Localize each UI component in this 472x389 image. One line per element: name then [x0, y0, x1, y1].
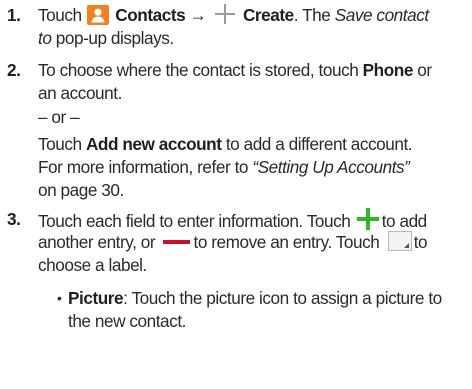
text: To choose where the contact is stored, t…	[38, 60, 359, 80]
corner-triangle	[403, 243, 409, 248]
step-2-line-4: Touch Add new account to add a different…	[38, 133, 413, 156]
text: – or –	[38, 107, 80, 127]
text: on page 30.	[38, 180, 124, 200]
text: : Touch the picture icon to assign a pic…	[123, 288, 442, 308]
popup-title: to	[38, 28, 52, 48]
instruction-page: 1. Touch Contacts → Create. The Save con…	[0, 0, 472, 389]
text: to add a different account.	[225, 134, 413, 154]
picture-label: Picture	[68, 288, 124, 308]
text: choose a label.	[38, 255, 147, 275]
step-number: 1.	[7, 5, 21, 25]
step-2-line-1: To choose where the contact is stored, t…	[38, 59, 432, 82]
plus-gray-icon	[213, 4, 237, 30]
step-3-line-3: choose a label.	[38, 254, 147, 277]
text: For more information, refer to	[38, 157, 249, 177]
add-account-label: Add new account	[85, 134, 222, 154]
text: to add	[381, 211, 428, 231]
text: pop-up displays.	[55, 28, 174, 48]
contacts-icon	[86, 5, 109, 25]
text: an account.	[38, 83, 122, 103]
create-label: Create	[242, 5, 294, 25]
text: the new contact.	[68, 311, 186, 331]
label-dropdown-icon	[387, 231, 412, 251]
phone-label: Phone	[362, 60, 414, 80]
step-number: 3.	[7, 209, 21, 229]
step-3-line-2: another entry, or to remove an entry. To…	[38, 231, 428, 254]
text: .	[293, 5, 299, 25]
text: Touch	[38, 134, 82, 154]
text: another entry, or	[38, 232, 156, 252]
bullet-line-1: Picture: Touch the picture icon to assig…	[68, 287, 442, 310]
step-1-line-2: to pop-up displays.	[38, 27, 174, 50]
text: Touch each field to enter information. T…	[38, 211, 351, 231]
text: Touch	[38, 5, 82, 25]
arrow: →	[189, 5, 207, 25]
step-2-line-5: For more information, refer to “Setting …	[38, 156, 410, 179]
contacts-label: Contacts	[115, 5, 186, 25]
text: to remove an entry. Touch	[193, 232, 380, 252]
step-2-or: – or –	[38, 106, 80, 129]
step-number: 2.	[7, 60, 21, 80]
text: or	[417, 60, 432, 80]
minus-red-icon	[162, 240, 190, 244]
text: The	[302, 5, 331, 25]
popup-title: Save contact	[334, 5, 429, 25]
cross-reference-title: “Setting Up Accounts”	[252, 157, 410, 177]
bullet: •	[57, 290, 62, 306]
step-2-line-6: on page 30.	[38, 179, 124, 202]
text: to	[413, 232, 428, 252]
bullet-line-2: the new contact.	[68, 310, 186, 333]
step-2-line-2: an account.	[38, 82, 122, 105]
